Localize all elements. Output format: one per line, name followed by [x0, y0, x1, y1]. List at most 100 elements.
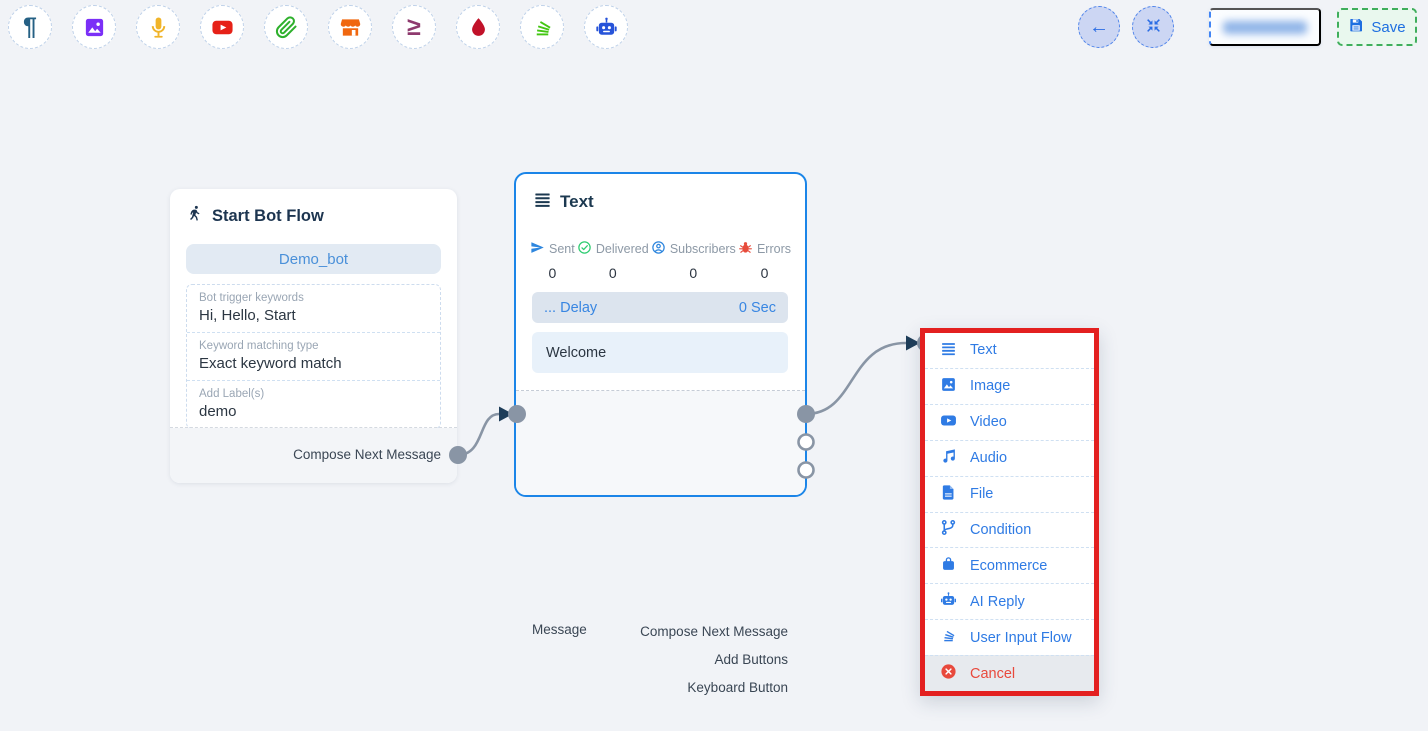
field-keyword-matching-type[interactable]: Keyword matching type Exact keyword matc… [187, 332, 440, 380]
save-label: Save [1371, 19, 1405, 36]
check-circle-icon [577, 240, 592, 258]
stat-label: Errors [757, 242, 791, 256]
bug-icon [738, 240, 753, 258]
compress-icon [1145, 17, 1162, 37]
stat-value: 0 [609, 265, 617, 281]
stat-subscribers: Subscribers 0 [651, 240, 736, 281]
text-node-footer: Message Compose Next Message Add Buttons… [516, 391, 805, 495]
toolbar-droplet-button[interactable] [456, 5, 500, 49]
text-node[interactable]: Text Sent 0 Delivered 0 [514, 172, 807, 497]
menu-item-audio[interactable]: Audio [925, 440, 1094, 476]
menu-item-ai-reply[interactable]: AI Reply [925, 583, 1094, 619]
menu-item-file[interactable]: File [925, 476, 1094, 512]
greater-equal-icon: ≥ [407, 15, 421, 40]
start-node-title: Start Bot Flow [212, 207, 324, 226]
message-text: Welcome [546, 345, 606, 361]
menu-item-label: Video [970, 414, 1007, 430]
toolbar-youtube-button[interactable] [200, 5, 244, 49]
toolbar-robot-button[interactable] [584, 5, 628, 49]
user-circle-icon [651, 240, 666, 258]
image-icon [940, 376, 957, 397]
text-node-header: Text [533, 190, 594, 214]
video-play-icon [940, 412, 957, 433]
image-icon [83, 16, 106, 39]
menu-item-video[interactable]: Video [925, 404, 1094, 440]
menu-item-condition[interactable]: Condition [925, 512, 1094, 548]
stat-sent: Sent 0 [530, 240, 575, 281]
add-buttons-port-label: Add Buttons [714, 652, 788, 667]
field-bot-trigger-keywords[interactable]: Bot trigger keywords Hi, Hello, Start [187, 285, 440, 332]
stack-icon [940, 627, 957, 648]
blurred-text [1223, 21, 1307, 34]
compose-next-message-port-label: Compose Next Message [640, 624, 788, 639]
edge-text-to-menu [806, 343, 906, 414]
microphone-icon [147, 16, 170, 39]
menu-item-ecommerce[interactable]: Ecommerce [925, 547, 1094, 583]
menu-item-cancel[interactable]: Cancel [925, 655, 1094, 691]
menu-item-label: Ecommerce [970, 558, 1047, 574]
stat-delivered: Delivered 0 [577, 240, 649, 281]
compress-button[interactable] [1132, 6, 1174, 48]
toolbar-pilcrow-button[interactable]: ¶ [8, 5, 52, 49]
message-input-port-label: Message [532, 622, 587, 637]
field-value: demo [199, 403, 428, 420]
menu-item-image[interactable]: Image [925, 368, 1094, 404]
add-node-context-menu: Text Image Video Audio File [920, 328, 1099, 696]
robot-icon [595, 16, 618, 39]
robot-icon [940, 591, 957, 612]
left-arrow-icon: ← [1089, 17, 1109, 37]
delay-value: 0 Sec [739, 300, 776, 316]
menu-item-user-input-flow[interactable]: User Input Flow [925, 619, 1094, 655]
menu-item-label: Image [970, 378, 1010, 394]
field-label: Bot trigger keywords [199, 292, 428, 304]
toolbar-stack-button[interactable] [520, 5, 564, 49]
field-label: Keyword matching type [199, 340, 428, 352]
delay-row[interactable]: ... Delay 0 Sec [532, 292, 788, 323]
redacted-label-button[interactable] [1209, 8, 1321, 46]
toolbar-storefront-button[interactable] [328, 5, 372, 49]
start-bot-flow-node[interactable]: Start Bot Flow Demo_bot Bot trigger keyw… [170, 189, 457, 483]
youtube-play-icon [211, 16, 234, 39]
menu-item-label: Condition [970, 522, 1031, 538]
toolbar-microphone-button[interactable] [136, 5, 180, 49]
menu-item-text[interactable]: Text [925, 333, 1094, 368]
send-icon [530, 240, 545, 258]
bot-name-button[interactable]: Demo_bot [186, 244, 441, 274]
stats-row: Sent 0 Delivered 0 Subscribers [530, 240, 791, 281]
text-node-title: Text [560, 192, 594, 212]
code-branch-icon [940, 519, 957, 540]
stat-label: Delivered [596, 242, 649, 256]
arrowhead-icon [499, 407, 513, 422]
start-fields-box: Bot trigger keywords Hi, Hello, Start Ke… [186, 284, 441, 429]
person-walking-icon [187, 205, 204, 227]
toolbar-paperclip-button[interactable] [264, 5, 308, 49]
field-add-labels[interactable]: Add Label(s) demo [187, 380, 440, 428]
message-content-box[interactable]: Welcome [532, 332, 788, 373]
menu-item-label: Cancel [970, 666, 1015, 682]
stat-label: Subscribers [670, 242, 736, 256]
toolbar-greater-equal-button[interactable]: ≥ [392, 5, 436, 49]
field-label: Add Label(s) [199, 388, 428, 400]
music-note-icon [940, 448, 957, 469]
edge-start-to-text [458, 414, 499, 455]
arrowhead-icon [906, 336, 920, 351]
stack-icon [531, 16, 554, 39]
menu-item-label: File [970, 486, 993, 502]
storefront-icon [339, 16, 362, 39]
cancel-circle-icon [940, 663, 957, 684]
text-lines-icon [940, 340, 957, 361]
toolbar-image-button[interactable] [72, 5, 116, 49]
flow-canvas[interactable]: ¶ ≥ [0, 0, 1428, 731]
field-value: Exact keyword match [199, 355, 428, 372]
field-value: Hi, Hello, Start [199, 307, 428, 324]
compose-next-message-port-label: Compose Next Message [293, 447, 441, 462]
menu-item-label: User Input Flow [970, 630, 1072, 646]
save-button[interactable]: Save [1337, 8, 1417, 46]
menu-item-label: Audio [970, 450, 1007, 466]
hamburger-icon [533, 190, 552, 214]
back-button[interactable]: ← [1078, 6, 1120, 48]
start-node-header: Start Bot Flow [187, 205, 324, 227]
menu-item-label: AI Reply [970, 594, 1025, 610]
paperclip-icon [275, 16, 298, 39]
droplet-icon [467, 16, 490, 39]
